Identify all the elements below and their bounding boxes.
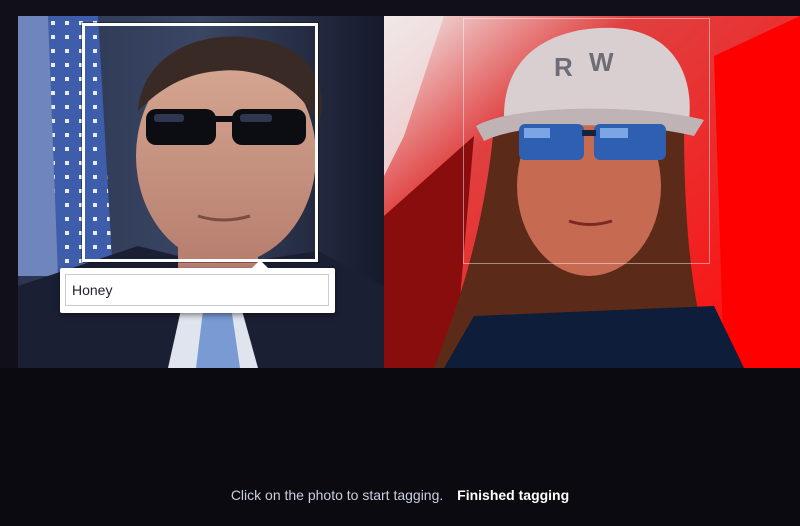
finished-tagging-link[interactable]: Finished tagging	[457, 487, 569, 503]
photo-viewer: R W Click on the photo to start tagging.…	[0, 0, 800, 526]
tag-name-popup	[60, 260, 335, 313]
tagging-hint: Click on the photo to start tagging.	[230, 487, 444, 503]
caret-up-icon	[252, 260, 268, 268]
face-tag-box-active[interactable]	[82, 23, 318, 262]
face-tag-box-suggested[interactable]	[463, 18, 710, 264]
photo-tagging-area[interactable]: R W	[0, 0, 800, 368]
tag-name-input[interactable]	[65, 274, 329, 306]
tagging-footer: Click on the photo to start tagging. Fin…	[0, 480, 800, 510]
